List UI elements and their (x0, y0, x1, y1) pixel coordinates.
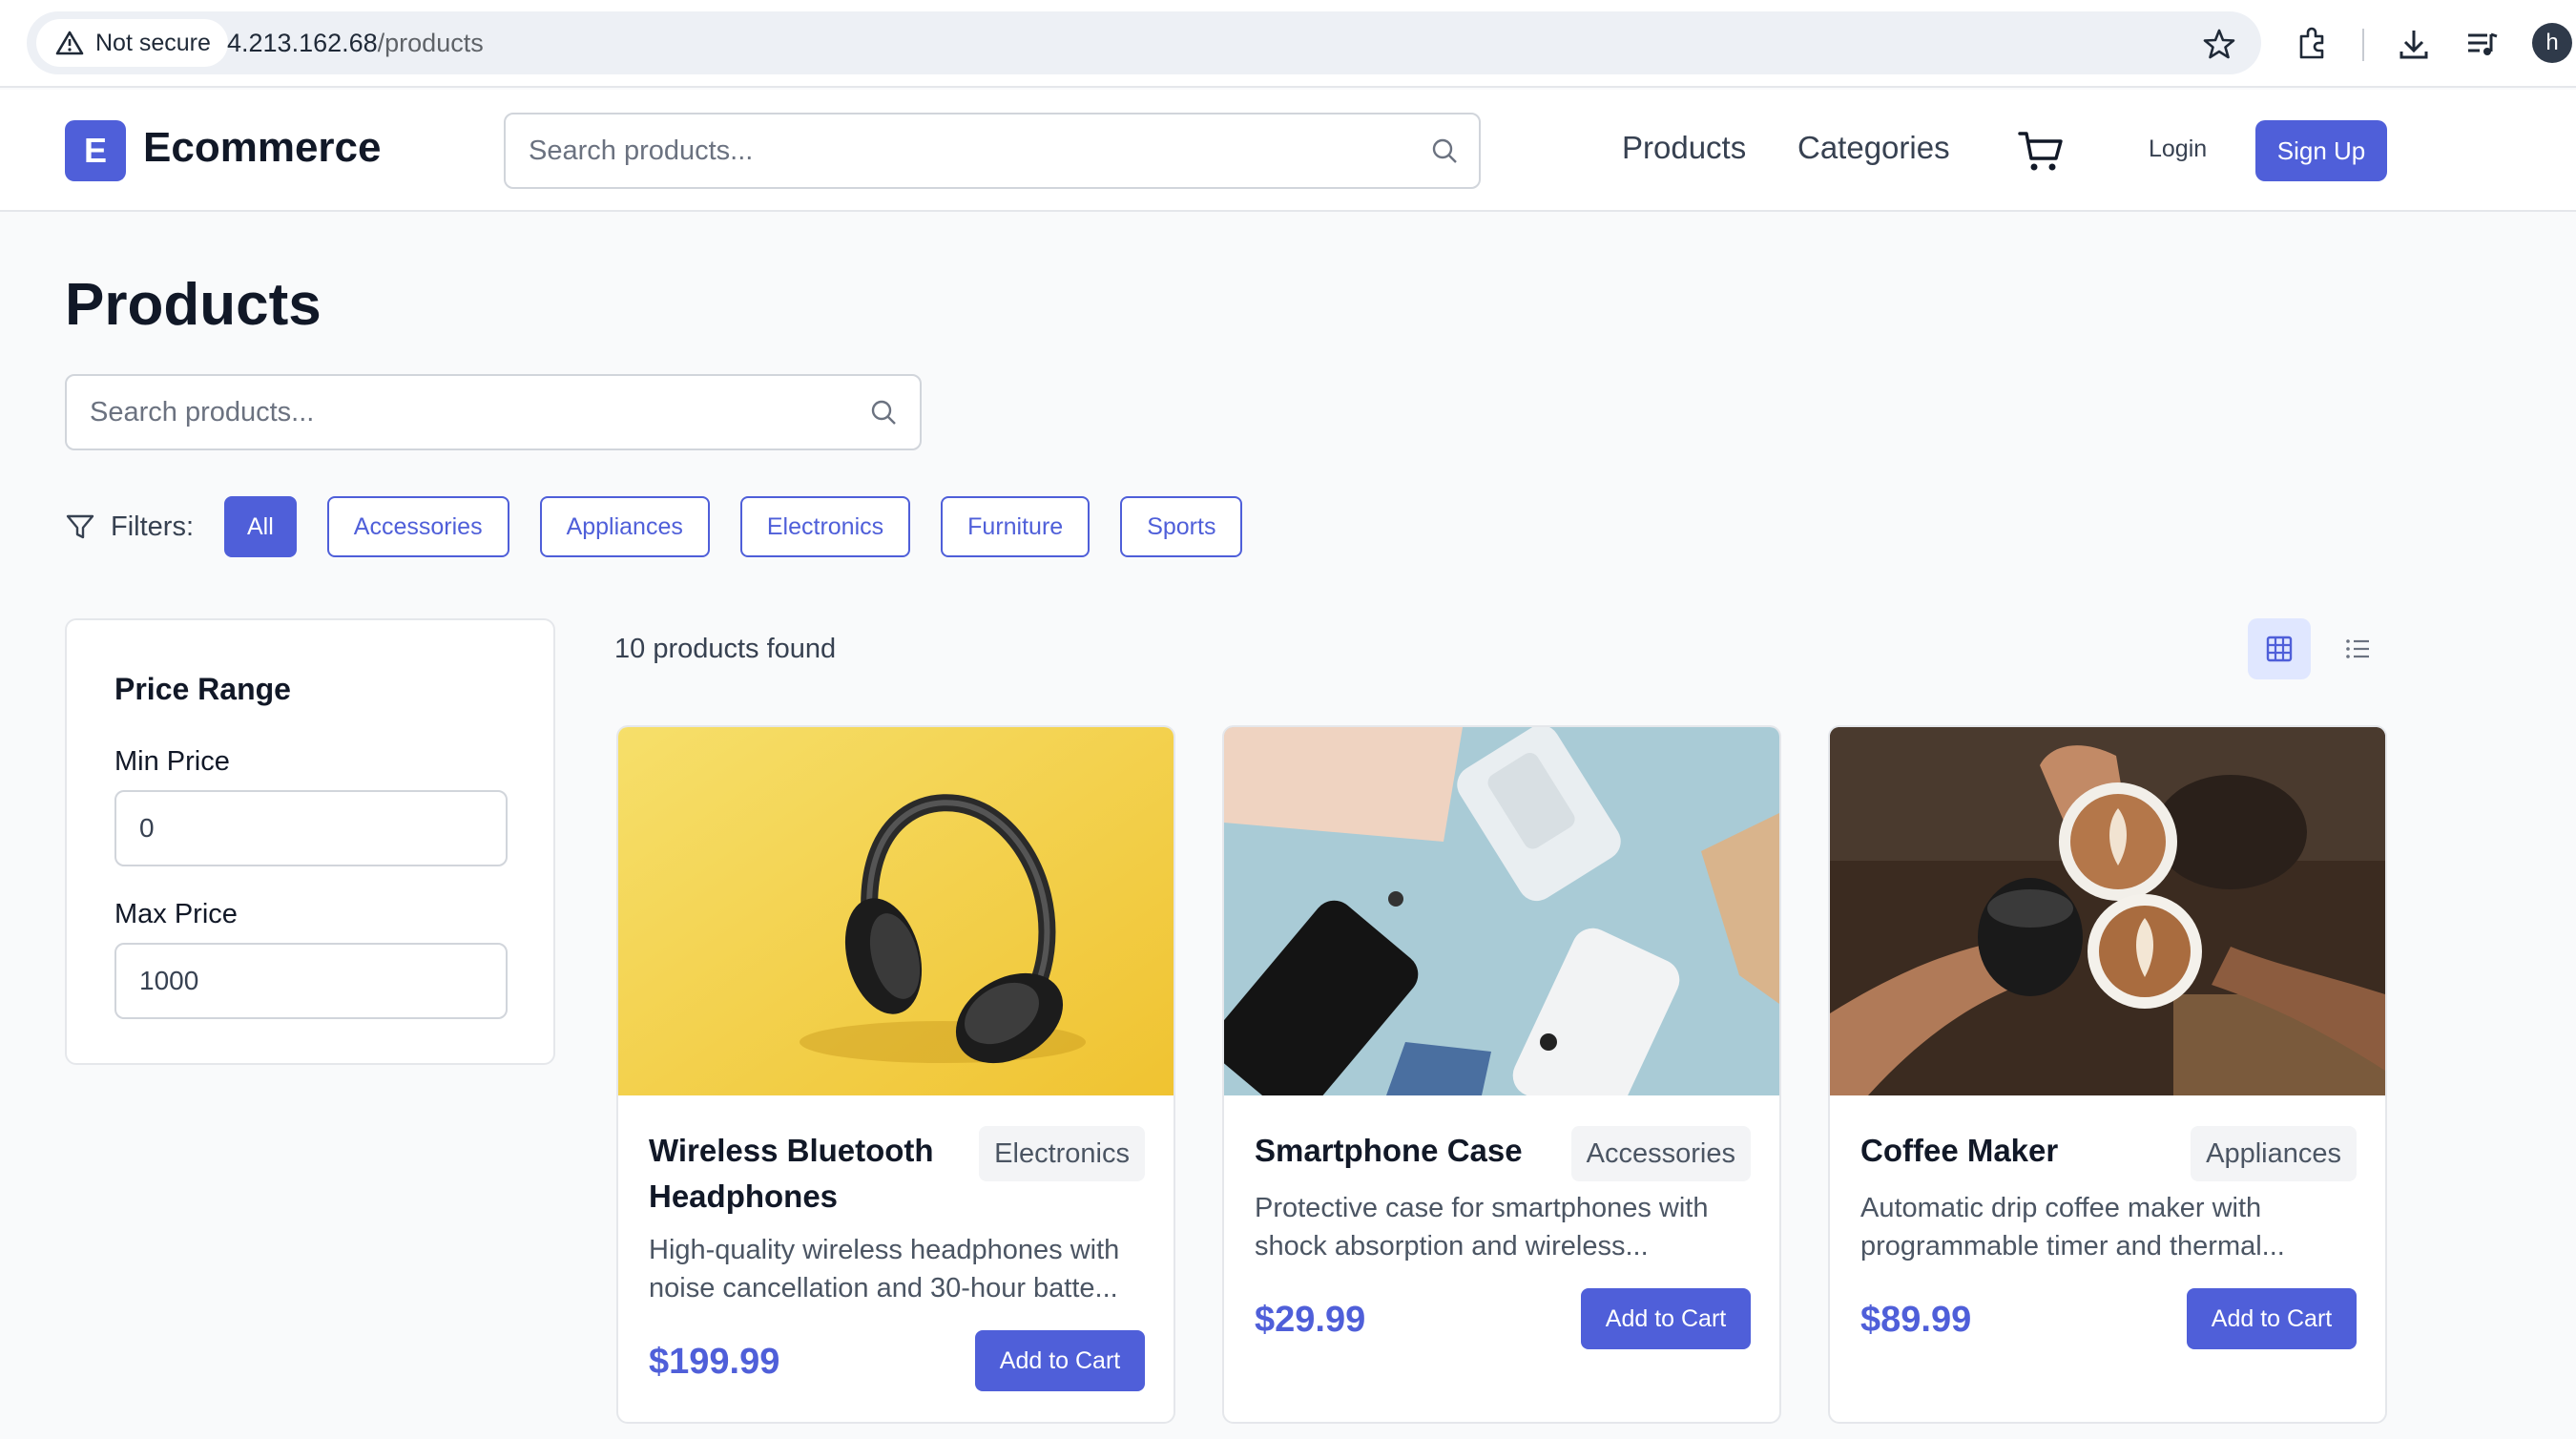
filter-all[interactable]: All (224, 496, 297, 557)
site-header: E Ecommerce Products Categories Login Si… (0, 90, 2576, 212)
security-indicator[interactable]: Not secure (36, 19, 228, 67)
min-price-field (114, 790, 508, 866)
grid-view-button[interactable] (2248, 618, 2311, 679)
product-price: $199.99 (649, 1342, 780, 1382)
media-queue-icon[interactable] (2462, 23, 2503, 65)
profile-avatar[interactable]: h (2532, 23, 2572, 63)
product-price: $89.99 (1860, 1300, 1972, 1340)
add-to-cart-button[interactable]: Add to Cart (1581, 1288, 1751, 1349)
security-label: Not secure (95, 29, 211, 56)
add-to-cart-button[interactable]: Add to Cart (2187, 1288, 2357, 1349)
list-view-button[interactable] (2326, 618, 2389, 679)
signup-button[interactable]: Sign Up (2255, 120, 2387, 181)
max-price-label: Max Price (114, 899, 238, 929)
page-title: Products (65, 272, 322, 338)
url-path: /products (377, 29, 484, 57)
product-price: $29.99 (1255, 1300, 1366, 1340)
add-to-cart-button[interactable]: Add to Cart (975, 1330, 1145, 1391)
search-icon[interactable] (1429, 136, 1460, 166)
download-icon[interactable] (2393, 23, 2435, 65)
min-price-input[interactable] (139, 792, 483, 865)
product-search-input[interactable] (90, 376, 815, 448)
product-description: High-quality wireless headphones with no… (649, 1235, 1120, 1303)
header-search-input[interactable] (529, 115, 1356, 187)
url-host: 4.213.162.68 (227, 29, 378, 57)
product-card[interactable]: Smartphone Case Accessories Protective c… (1222, 725, 1781, 1424)
url-text[interactable]: 4.213.162.68/products (227, 29, 484, 58)
product-description: Protective case for smartphones with sho… (1255, 1193, 1709, 1262)
toolbar-separator (2362, 29, 2364, 61)
extensions-icon[interactable] (2292, 23, 2334, 65)
max-price-field (114, 943, 508, 1019)
browser-toolbar: Not secure 4.213.162.68/products h (0, 0, 2576, 88)
product-name[interactable]: Wireless Bluetooth Headphones (649, 1128, 964, 1220)
max-price-input[interactable] (139, 945, 483, 1017)
filter-funnel-icon (66, 514, 94, 539)
grid-icon (2266, 636, 2293, 662)
product-image-headphones[interactable] (618, 727, 1174, 1095)
cart-icon[interactable] (2017, 128, 2067, 174)
product-card[interactable]: Wireless Bluetooth Headphones Electronic… (616, 725, 1175, 1424)
list-icon (2346, 639, 2369, 658)
product-name[interactable]: Coffee Maker (1860, 1128, 2175, 1174)
header-search-box (504, 113, 1481, 189)
logo-icon[interactable]: E (65, 120, 126, 181)
nav-categories-link[interactable]: Categories (1797, 130, 1950, 166)
brand-name[interactable]: Ecommerce (143, 124, 381, 172)
category-badge: Accessories (1570, 1126, 1751, 1181)
product-image-coffee-maker[interactable] (1830, 727, 2385, 1095)
filter-sports[interactable]: Sports (1120, 496, 1243, 557)
address-bar[interactable]: Not secure 4.213.162.68/products (27, 11, 2261, 74)
nav-products-link[interactable]: Products (1622, 130, 1746, 166)
filters-label: Filters: (111, 511, 194, 542)
price-range-title: Price Range (114, 672, 291, 706)
filter-furniture[interactable]: Furniture (941, 496, 1091, 557)
filter-bar: Filters: All Accessories Appliances Elec… (65, 496, 1273, 557)
filter-electronics[interactable]: Electronics (739, 496, 911, 557)
category-badge: Electronics (979, 1126, 1145, 1181)
product-card[interactable]: Coffee Maker Appliances Automatic drip c… (1828, 725, 2387, 1424)
product-image-smartphone-case[interactable] (1224, 727, 1779, 1095)
min-price-label: Min Price (114, 746, 230, 777)
product-description: Automatic drip coffee maker with program… (1860, 1193, 2285, 1262)
bookmark-star-icon[interactable] (2198, 23, 2240, 65)
product-name[interactable]: Smartphone Case (1255, 1128, 1569, 1174)
filter-appliances[interactable]: Appliances (539, 496, 710, 557)
product-search-box (65, 374, 922, 450)
warning-icon (55, 31, 84, 55)
search-icon[interactable] (868, 397, 899, 428)
category-badge: Appliances (2191, 1126, 2357, 1181)
price-range-panel: Price Range Min Price Max Price (65, 618, 555, 1065)
login-link[interactable]: Login (2149, 136, 2207, 163)
filter-accessories[interactable]: Accessories (326, 496, 509, 557)
result-count: 10 products found (614, 634, 837, 664)
